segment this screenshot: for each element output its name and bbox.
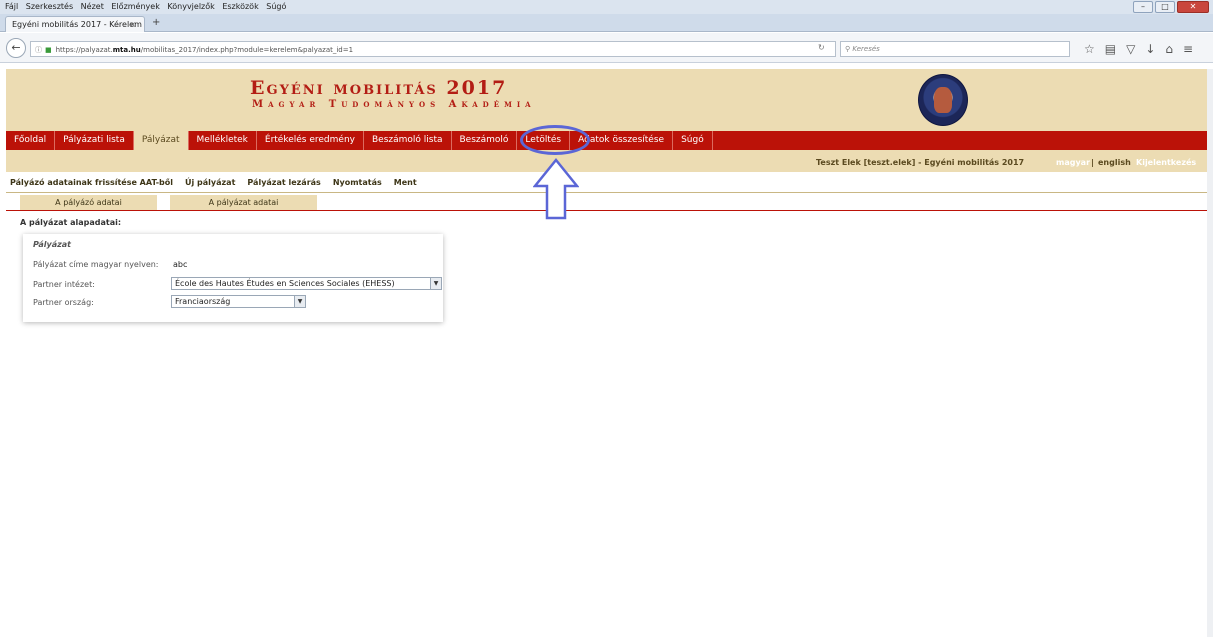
title-value: abc xyxy=(173,260,188,269)
nav-item-sugo[interactable]: Súgó xyxy=(673,131,713,150)
home-icon[interactable]: ⌂ xyxy=(1165,42,1173,56)
page-scrollbar[interactable] xyxy=(1207,69,1213,637)
site-subtitle: Magyar Tudományos Akadémia xyxy=(252,99,536,110)
lang-hungarian-link[interactable]: magyar xyxy=(1056,158,1090,167)
print-link[interactable]: Nyomtatás xyxy=(333,178,382,192)
user-info: Teszt Elek [teszt.elek] - Egyéni mobilit… xyxy=(816,158,1025,167)
institute-label: Partner intézet: xyxy=(33,280,95,289)
tab-close-icon[interactable]: × xyxy=(129,20,136,29)
tab-strip: Egyéni mobilitás 2017 - Kérelem × + xyxy=(0,14,1213,32)
menu-help[interactable]: Súgó xyxy=(266,0,286,11)
tab-title: Egyéni mobilitás 2017 - Kérelem xyxy=(12,20,142,29)
search-placeholder: Keresés xyxy=(852,45,880,53)
tab-applicant-data[interactable]: A pályázó adatai xyxy=(20,195,157,210)
refresh-from-aat-link[interactable]: Pályázó adatainak frissítése AAT-ből xyxy=(10,178,173,192)
back-arrow-icon[interactable]: ← xyxy=(6,38,26,58)
logout-link[interactable]: Kijelentkezés xyxy=(1136,158,1196,167)
divider xyxy=(6,210,1207,211)
reading-list-icon[interactable]: ▤ xyxy=(1105,42,1116,56)
main-nav: Főoldal Pályázati lista Pályázat Mellékl… xyxy=(6,131,1207,150)
academy-seal-logo xyxy=(918,74,968,126)
nav-item-beszamolo[interactable]: Beszámoló xyxy=(452,131,518,150)
maximize-button[interactable]: □ xyxy=(1155,1,1175,13)
lock-icon: ■ xyxy=(45,46,52,54)
address-bar[interactable]: ⓘ ■ https://palyazat.mta.hu/mobilitas_2017… xyxy=(30,41,836,57)
chevron-down-icon[interactable]: ▼ xyxy=(294,296,305,307)
lang-english-link[interactable]: english xyxy=(1098,158,1131,167)
section-title: A pályázat alapadatai: xyxy=(20,218,122,227)
institute-selected-value: École des Hautes Études en Sciences Soci… xyxy=(175,279,395,288)
minimize-button[interactable]: – xyxy=(1133,1,1153,13)
menu-view[interactable]: Nézet xyxy=(81,0,104,11)
form-legend: Pályázat xyxy=(33,240,71,249)
chevron-down-icon[interactable]: ▼ xyxy=(430,278,441,289)
browser-window: Fájl Szerkesztés Nézet Előzmények Könyvj… xyxy=(0,0,1213,637)
country-select[interactable]: Franciaország ▼ xyxy=(171,295,306,308)
close-window-button[interactable]: ✕ xyxy=(1177,1,1209,13)
browser-menubar: Fájl Szerkesztés Nézet Előzmények Könyvj… xyxy=(0,0,1213,14)
info-icon[interactable]: ⓘ xyxy=(35,46,42,54)
menu-file[interactable]: Fájl xyxy=(5,0,18,11)
browser-navbar: ← ⓘ ■ https://palyazat.mta.hu/mobilitas_20… xyxy=(0,33,1213,63)
action-bar: Pályázó adatainak frissítése AAT-ből Új … xyxy=(6,173,1207,193)
institute-select[interactable]: École des Hautes Études en Sciences Soci… xyxy=(171,277,442,290)
nav-item-palyazati-lista[interactable]: Pályázati lista xyxy=(55,131,134,150)
site-title: Egyéni mobilitás 2017 xyxy=(250,77,508,99)
country-selected-value: Franciaország xyxy=(175,297,231,306)
highlight-ellipse xyxy=(520,125,590,155)
nav-item-palyazat[interactable]: Pályázat xyxy=(133,131,189,150)
menu-edit[interactable]: Szerkesztés xyxy=(26,0,73,11)
lang-separator: | xyxy=(1091,158,1094,167)
nav-item-mellekletek[interactable]: Mellékletek xyxy=(189,131,257,150)
menu-tools[interactable]: Eszközök xyxy=(222,0,258,11)
up-arrow-icon xyxy=(533,158,579,220)
search-input[interactable]: ⚲ Keresés xyxy=(840,41,1070,57)
nav-item-ertekeles-eredmeny[interactable]: Értékelés eredmény xyxy=(257,131,364,150)
menu-bookmarks[interactable]: Könyvjelzők xyxy=(167,0,214,11)
window-controls: – □ ✕ xyxy=(1133,1,1209,13)
application-form: Pályázat Pályázat címe magyar nyelven: a… xyxy=(23,234,443,322)
sub-tabs: A pályázó adatai A pályázat adatai xyxy=(20,195,1207,210)
new-tab-button[interactable]: + xyxy=(152,17,160,28)
url-path: /mobilitas_2017/index.php?module=kerelem… xyxy=(140,46,354,54)
hamburger-menu-icon[interactable]: ≡ xyxy=(1183,42,1193,56)
title-label: Pályázat címe magyar nyelven: xyxy=(33,260,159,269)
menu-history[interactable]: Előzmények xyxy=(111,0,159,11)
toolbar-icons: ☆ ▤ ▽ ↓ ⌂ ≡ xyxy=(1084,42,1193,56)
new-application-link[interactable]: Új pályázat xyxy=(185,178,235,192)
url-prefix: https://palyazat. xyxy=(55,46,113,54)
tab-application-data[interactable]: A pályázat adatai xyxy=(170,195,317,210)
close-application-link[interactable]: Pályázat lezárás xyxy=(247,178,320,192)
country-label: Partner ország: xyxy=(33,298,94,307)
search-icon: ⚲ xyxy=(845,45,851,53)
user-bar: Teszt Elek [teszt.elek] - Egyéni mobilit… xyxy=(6,150,1207,172)
pocket-icon[interactable]: ▽ xyxy=(1126,42,1135,56)
browser-tab[interactable]: Egyéni mobilitás 2017 - Kérelem × xyxy=(5,16,145,32)
bookmark-star-icon[interactable]: ☆ xyxy=(1084,42,1095,56)
url-host: mta.hu xyxy=(112,46,141,54)
nav-item-beszamolo-lista[interactable]: Beszámoló lista xyxy=(364,131,452,150)
reload-icon[interactable]: ↻ xyxy=(818,43,825,52)
site-header: Egyéni mobilitás 2017 Magyar Tudományos … xyxy=(6,69,1207,131)
download-icon[interactable]: ↓ xyxy=(1145,42,1155,56)
save-link[interactable]: Ment xyxy=(394,178,417,192)
nav-item-fooldal[interactable]: Főoldal xyxy=(6,131,56,150)
